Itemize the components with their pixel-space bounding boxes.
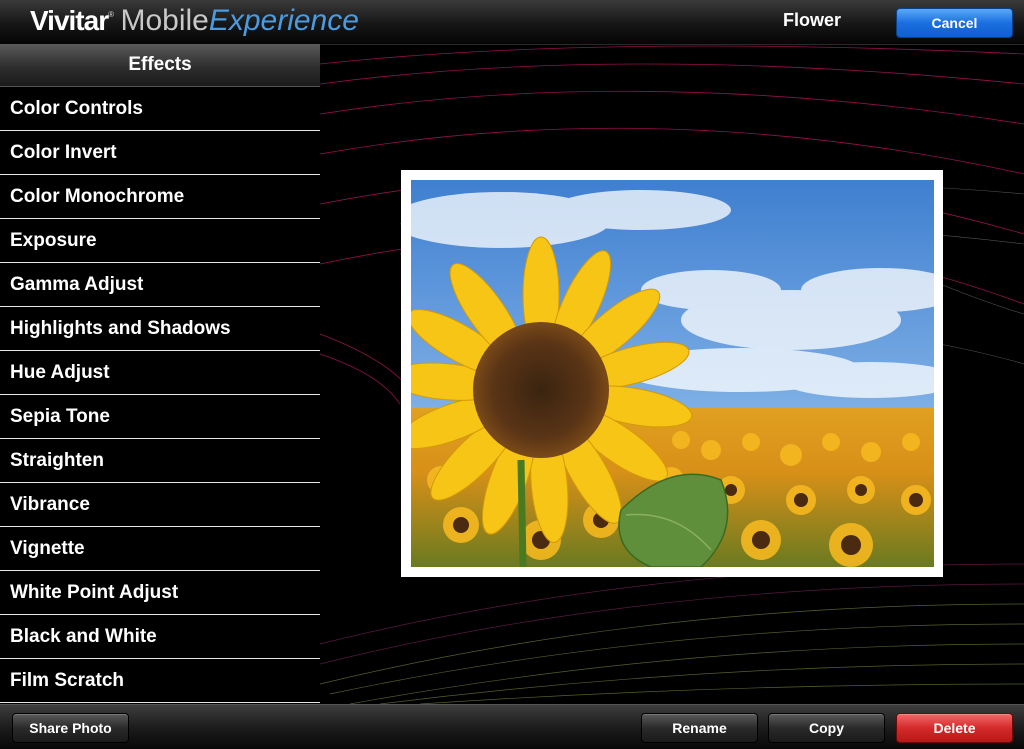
effect-item-vibrance[interactable]: Vibrance	[0, 483, 320, 527]
effect-item-gamma-adjust[interactable]: Gamma Adjust	[0, 263, 320, 307]
top-navigation-bar: Vivitar® MobileExperience Flower Cancel	[0, 0, 1024, 45]
registered-mark: ®	[108, 10, 114, 19]
effects-sidebar: Effects Color Controls Color Invert Colo…	[0, 44, 320, 704]
logo-mobile: Mobile	[120, 4, 209, 37]
effect-item-color-monochrome[interactable]: Color Monochrome	[0, 175, 320, 219]
effect-item-vignette[interactable]: Vignette	[0, 527, 320, 571]
sunflower-photo[interactable]	[411, 180, 934, 567]
effect-item-film-scratch[interactable]: Film Scratch	[0, 659, 320, 703]
rename-button[interactable]: Rename	[641, 713, 758, 743]
logo-brand: Vivitar	[30, 5, 109, 36]
delete-button[interactable]: Delete	[896, 713, 1013, 743]
share-photo-button[interactable]: Share Photo	[12, 713, 129, 743]
photo-frame	[401, 170, 943, 577]
bottom-toolbar: Share Photo Rename Copy Delete	[0, 704, 1024, 749]
effect-item-white-point-adjust[interactable]: White Point Adjust	[0, 571, 320, 615]
effect-item-sepia-tone[interactable]: Sepia Tone	[0, 395, 320, 439]
effect-item-color-invert[interactable]: Color Invert	[0, 131, 320, 175]
effect-item-exposure[interactable]: Exposure	[0, 219, 320, 263]
effect-item-hue-adjust[interactable]: Hue Adjust	[0, 351, 320, 395]
logo-experience: Experience	[208, 4, 359, 37]
effect-item-straighten[interactable]: Straighten	[0, 439, 320, 483]
effect-item-color-controls[interactable]: Color Controls	[0, 87, 320, 131]
copy-button[interactable]: Copy	[768, 713, 885, 743]
effect-item-black-and-white[interactable]: Black and White	[0, 615, 320, 659]
effects-header: Effects	[0, 44, 320, 87]
effect-item-highlights-and-shadows[interactable]: Highlights and Shadows	[0, 307, 320, 351]
cancel-button[interactable]: Cancel	[896, 8, 1013, 38]
vivitar-logo: Vivitar® MobileExperience	[30, 3, 359, 39]
